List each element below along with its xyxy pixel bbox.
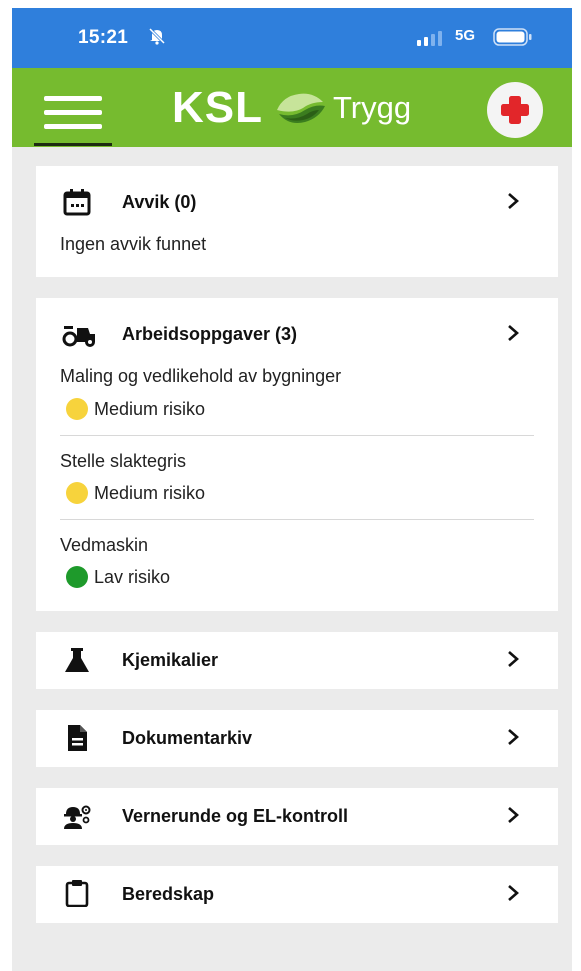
chevron-right-icon — [508, 651, 519, 667]
task-name: Stelle slaktegris — [60, 451, 187, 471]
risk-dot-medium — [66, 482, 88, 504]
task-name: Vedmaskin — [60, 535, 149, 555]
menu-bar-top — [44, 96, 102, 101]
task-risk: Lav risiko — [66, 566, 170, 588]
beredskap-title: Beredskap — [122, 884, 215, 904]
avvik-title: Avvik (0) — [122, 192, 197, 212]
arbeidsoppgaver-header[interactable]: Arbeidsoppgaver (3) — [36, 298, 558, 376]
worker-gear-icon — [64, 805, 91, 829]
card-kjemikalier[interactable]: Kjemikalier — [36, 632, 558, 689]
chevron-right-icon — [508, 325, 519, 341]
risk-label: Medium risiko — [94, 398, 206, 419]
signal-icon — [417, 31, 442, 46]
menu-bar-middle — [44, 110, 102, 115]
task-risk: Medium risiko — [66, 482, 205, 504]
menu-button[interactable] — [34, 86, 114, 148]
avvik-header[interactable]: Avvik (0) — [36, 166, 558, 244]
divider — [60, 519, 534, 520]
card-dokumentarkiv[interactable]: Dokumentarkiv — [36, 710, 558, 767]
kjemikalier-title: Kjemikalier — [122, 650, 219, 670]
risk-dot-medium — [66, 398, 88, 420]
logo-ksl-text: KSL — [172, 83, 263, 132]
risk-label: Medium risiko — [94, 482, 206, 503]
divider — [60, 435, 534, 436]
task-risk: Medium risiko — [66, 398, 205, 420]
card-vernerunde[interactable]: Vernerunde og EL-kontroll — [36, 788, 558, 845]
logo-trygg-text: Trygg — [333, 90, 412, 125]
chevron-right-icon — [508, 729, 519, 745]
app-logo: KSL Trygg — [172, 82, 411, 134]
network-type: 5G — [455, 27, 476, 44]
bell-off-icon — [148, 27, 166, 45]
card-arbeidsoppgaver: Arbeidsoppgaver (3) Maling og vedlikehol… — [36, 298, 558, 611]
red-cross-icon — [501, 96, 529, 124]
chevron-right-icon — [508, 193, 519, 209]
calendar-icon — [63, 189, 91, 216]
risk-label: Lav risiko — [94, 566, 171, 587]
status-time: 15:21 — [78, 27, 129, 48]
status-bar: 15:21 5G — [12, 8, 572, 68]
document-icon — [68, 725, 87, 751]
battery-icon — [493, 28, 532, 46]
card-beredskap[interactable]: Beredskap — [36, 866, 558, 923]
menu-bar-bottom — [44, 124, 102, 129]
task-name: Maling og vedlikehold av bygninger — [60, 366, 342, 386]
app-bar: KSL Trygg — [12, 68, 572, 147]
avvik-empty-text: Ingen avvik funnet — [60, 234, 207, 254]
arbeidsoppgaver-title: Arbeidsoppgaver (3) — [122, 324, 298, 344]
dokumentarkiv-title: Dokumentarkiv — [122, 728, 253, 748]
tractor-icon — [62, 326, 95, 347]
phone-screen: 15:21 5G KSL Trygg Avvik (0) Ingen avvik… — [12, 8, 572, 971]
chevron-right-icon — [508, 885, 519, 901]
clipboard-icon — [65, 880, 89, 907]
risk-dot-low — [66, 566, 88, 588]
flask-icon — [65, 648, 89, 672]
menu-active-indicator — [34, 143, 112, 146]
card-avvik: Avvik (0) Ingen avvik funnet — [36, 166, 558, 277]
logo-leaf-icon — [277, 93, 325, 123]
vernerunde-title: Vernerunde og EL-kontroll — [122, 806, 349, 826]
emergency-button[interactable] — [487, 82, 543, 138]
chevron-right-icon — [508, 807, 519, 823]
